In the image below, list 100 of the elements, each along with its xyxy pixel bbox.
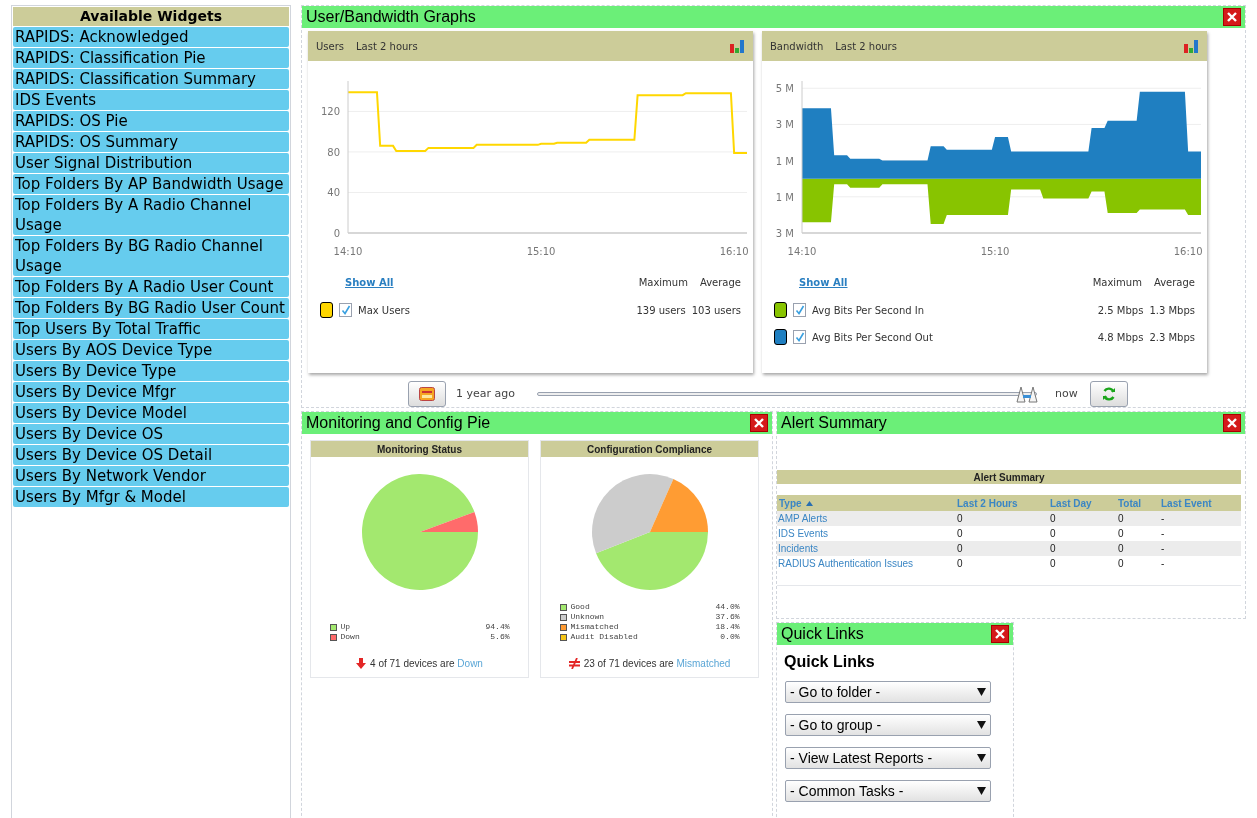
widget-list-item[interactable]: RAPIDS: Acknowledged: [13, 27, 289, 47]
caret-icon: [977, 787, 986, 795]
widget-list-item[interactable]: Top Folders By AP Bandwidth Usage: [13, 174, 289, 194]
widget-list-item[interactable]: RAPIDS: OS Summary: [13, 132, 289, 152]
slider-thumb[interactable]: [1015, 385, 1039, 403]
column-header: Maximum: [638, 276, 688, 290]
axis-tick-label: 120: [320, 106, 340, 118]
close-button[interactable]: [1223, 414, 1241, 432]
widget-list-item[interactable]: Users By Mfgr & Model: [13, 487, 289, 507]
close-icon: [754, 418, 764, 428]
show-all-link[interactable]: Show All: [799, 275, 1081, 290]
widget-list-item[interactable]: Users By AOS Device Type: [13, 340, 289, 360]
series-label: Max Users: [358, 303, 411, 318]
table-cell-text: 0: [1117, 512, 1125, 526]
axis-tick-label: 0: [333, 228, 340, 239]
axis-tick-label: 16:10: [719, 246, 749, 257]
table-cell-text: 0: [956, 542, 964, 556]
table-cell-text: 0: [1049, 542, 1057, 556]
widget-list-item[interactable]: Users By Device OS: [13, 424, 289, 444]
legend-value: 37.6%: [715, 611, 740, 623]
maximum-value: 4.8 Mbps: [1097, 330, 1144, 345]
widget-list-item[interactable]: Top Folders By A Radio User Count: [13, 277, 289, 297]
series-label: Avg Bits Per Second In: [812, 303, 926, 318]
checkbox[interactable]: [339, 303, 352, 317]
range-end-label: now: [1055, 385, 1078, 402]
widget-list-item[interactable]: RAPIDS: Classification Pie: [13, 48, 289, 68]
range-start-label: 1 year ago: [456, 385, 516, 402]
axis-tick-label: 15:10: [980, 246, 1010, 257]
dropdown-select[interactable]: - Go to group -: [785, 714, 991, 736]
refresh-icon: [1101, 387, 1116, 401]
table-cell-text: -: [1160, 557, 1166, 571]
not-equal-icon: [568, 658, 580, 669]
average-value: 103 users: [691, 303, 741, 318]
legend-label: Up: [340, 621, 352, 633]
checkbox[interactable]: [793, 303, 806, 317]
table-cell-text: 0: [1117, 542, 1125, 556]
pie-card-title: Configuration Compliance: [587, 442, 712, 457]
legend-label: Mismatched: [570, 621, 620, 633]
widget-list-item[interactable]: Top Folders By BG Radio Channel Usage: [13, 236, 289, 276]
close-icon: [1227, 418, 1237, 428]
bar-chart-icon: [1183, 39, 1199, 53]
axis-tick-label: 5 M: [775, 83, 794, 95]
widget-list-item[interactable]: Users By Device Model: [13, 403, 289, 423]
widget-list-item[interactable]: Users By Device OS Detail: [13, 445, 289, 465]
legend-label: Good: [570, 601, 591, 613]
axis-tick-label: 14:10: [787, 246, 817, 257]
close-button[interactable]: [1223, 8, 1241, 26]
dropdown-select[interactable]: - Common Tasks -: [785, 780, 991, 802]
widget-title: Monitoring and Config Pie: [306, 413, 491, 433]
widget-list-item[interactable]: Users By Network Vendor: [13, 466, 289, 486]
widget-list-item[interactable]: Top Folders By BG Radio User Count: [13, 298, 289, 318]
average-value: 1.3 Mbps: [1149, 303, 1195, 318]
close-button[interactable]: [750, 414, 768, 432]
axis-tick-label: 80: [327, 146, 340, 158]
legend-label: Audit Disabled: [570, 631, 639, 643]
widget-title: Quick Links: [781, 624, 864, 644]
widget-list-item[interactable]: RAPIDS: OS Pie: [13, 111, 289, 131]
widget-title: Alert Summary: [781, 413, 887, 433]
checkbox[interactable]: [793, 330, 806, 344]
axis-tick-label: 3 M: [775, 228, 794, 239]
table-cell-text: 0: [956, 527, 964, 541]
refresh-button[interactable]: [1089, 381, 1128, 407]
axis-tick-label: 1 M: [775, 155, 794, 167]
table-cell-text: 0: [956, 512, 964, 526]
dropdown-select[interactable]: - View Latest Reports -: [785, 747, 991, 769]
maximum-value: 2.5 Mbps: [1097, 303, 1144, 318]
legend-value: 44.0%: [715, 601, 740, 613]
quick-links-heading: Quick Links: [784, 652, 876, 672]
widget-list-item[interactable]: Top Users By Total Traffic: [13, 319, 289, 339]
widget-list-item[interactable]: RAPIDS: Classification Summary: [13, 69, 289, 89]
legend-label: Down: [340, 631, 361, 643]
pie-card-title: Monitoring Status: [377, 442, 462, 457]
table-cell-text: 0: [956, 557, 964, 571]
calendar-button[interactable]: [408, 381, 446, 407]
axis-tick-label: 3 M: [775, 119, 794, 131]
table-title: Alert Summary: [973, 470, 1045, 485]
show-all-link[interactable]: Show All: [345, 275, 627, 290]
chart-period: Last 2 hours: [356, 39, 419, 54]
bar-chart-icon: [729, 39, 745, 53]
widget-list-item[interactable]: Users By Device Mfgr: [13, 382, 289, 402]
widget-list-item[interactable]: Users By Device Type: [13, 361, 289, 381]
table-cell-text: 0: [1117, 527, 1125, 541]
close-button[interactable]: [991, 625, 1009, 643]
close-icon: [995, 629, 1005, 639]
caret-icon: [977, 688, 986, 696]
alert-type-link[interactable]: IDS Events: [777, 526, 955, 541]
dropdown-select[interactable]: - Go to folder -: [785, 681, 991, 703]
widget-list-item[interactable]: IDS Events: [13, 90, 289, 110]
widget-list-item[interactable]: User Signal Distribution: [13, 153, 289, 173]
legend-value: 94.4%: [485, 621, 510, 633]
sidebar-title: Available Widgets: [80, 7, 222, 26]
calendar-icon: [419, 387, 435, 401]
caret-icon: [977, 754, 986, 762]
widget-list-item[interactable]: Top Folders By A Radio Channel Usage: [13, 195, 289, 235]
status-text: 4 of 71 devices are Down: [370, 657, 483, 671]
alert-type-link[interactable]: RADIUS Authentication Issues: [777, 556, 955, 571]
column-header: Maximum: [1092, 276, 1142, 290]
table-cell-text: -: [1160, 527, 1166, 541]
chart-title: Bandwidth: [770, 39, 824, 54]
axis-tick-label: 40: [327, 187, 340, 199]
